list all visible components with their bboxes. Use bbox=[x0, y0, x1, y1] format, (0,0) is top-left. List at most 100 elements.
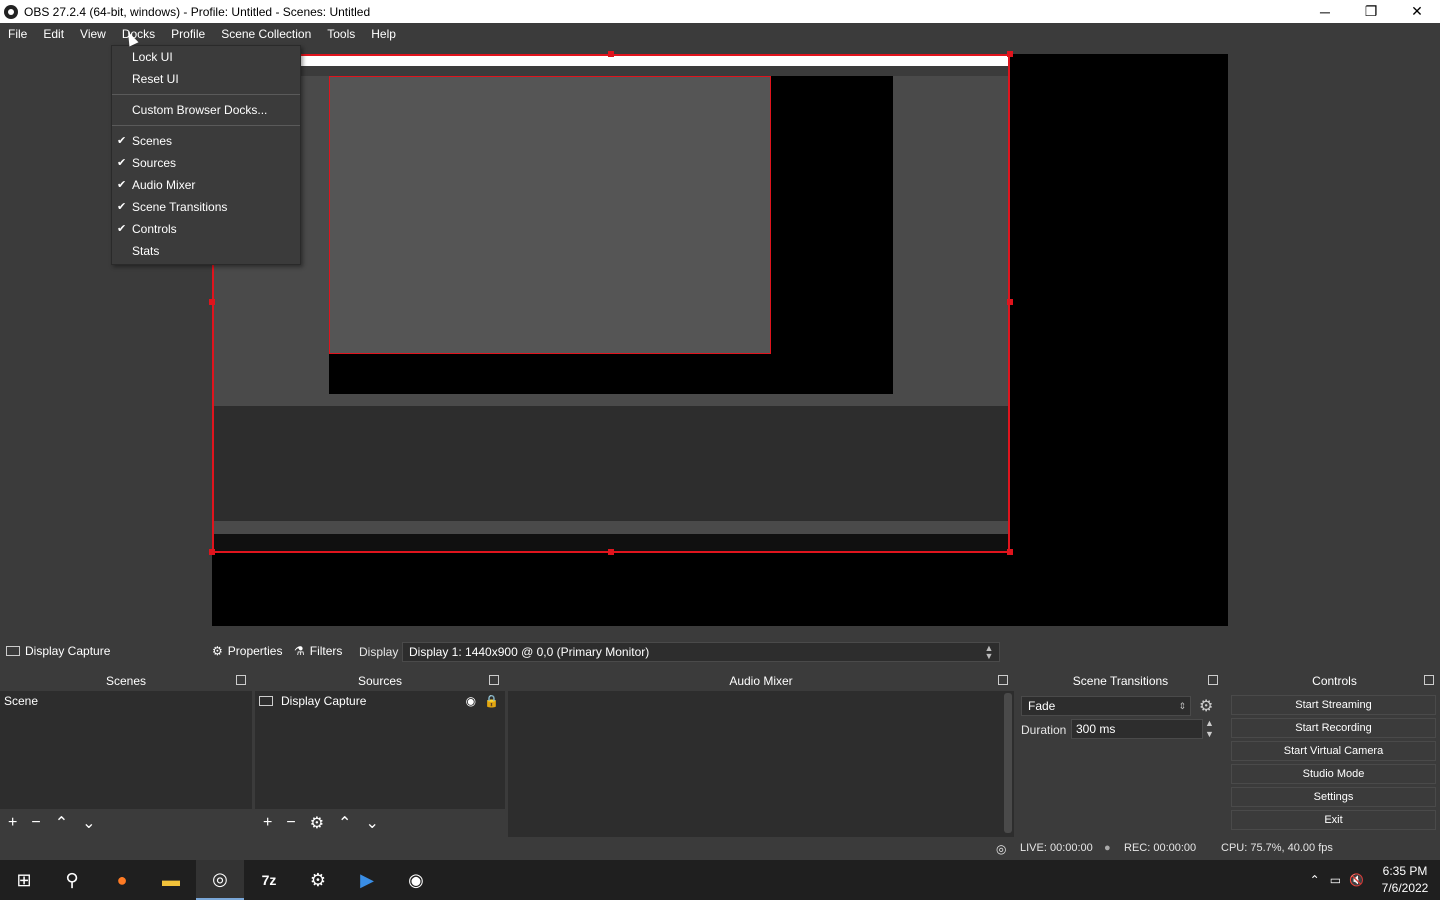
windows-start-icon[interactable]: ⊞ bbox=[0, 860, 48, 900]
source-toolbar: Display Capture ⚙ Properties ⚗ Filters D… bbox=[0, 640, 1440, 664]
reset-ui-item[interactable]: Reset UI bbox=[112, 68, 300, 90]
add-icon[interactable]: + bbox=[8, 814, 17, 832]
float-dock-icon[interactable] bbox=[489, 675, 499, 685]
sources-list[interactable]: Display Capture ◉ 🔒 bbox=[255, 691, 505, 809]
display-label: Display bbox=[359, 645, 399, 659]
scenes-list[interactable]: Scene bbox=[0, 691, 252, 809]
menu-edit[interactable]: Edit bbox=[35, 23, 72, 45]
menu-file[interactable]: File bbox=[0, 23, 35, 45]
scenes-dock: Scenes Scene + − ⌃ ⌄ bbox=[0, 671, 252, 837]
dock-toggle-scenes[interactable]: ✔ Scenes bbox=[112, 130, 300, 152]
start-streaming-button[interactable]: Start Streaming bbox=[1231, 695, 1436, 715]
close-button[interactable]: ✕ bbox=[1394, 0, 1440, 23]
transition-select[interactable]: Fade ⇕ bbox=[1021, 696, 1191, 716]
spin-updown-icon[interactable]: ▲ ▼ bbox=[1205, 718, 1214, 740]
file-explorer-icon[interactable]: ▬ bbox=[147, 860, 195, 900]
clock[interactable]: 6:35 PM 7/6/2022 bbox=[1370, 863, 1440, 897]
display-select-value: Display 1: 1440x900 @ 0,0 (Primary Monit… bbox=[409, 645, 650, 659]
menu-help[interactable]: Help bbox=[363, 23, 404, 45]
scenes-dock-header: Scenes bbox=[0, 671, 252, 691]
move-down-icon[interactable]: ⌄ bbox=[82, 813, 95, 833]
sources-dock-title: Sources bbox=[357, 674, 403, 688]
filters-button[interactable]: ⚗ Filters bbox=[294, 644, 342, 658]
dock-toggle-label: Audio Mixer bbox=[132, 178, 196, 192]
dock-toggle-stats[interactable]: Stats bbox=[112, 240, 300, 262]
display-select[interactable]: Display 1: 1440x900 @ 0,0 (Primary Monit… bbox=[402, 642, 1000, 662]
firefox-icon[interactable]: ● bbox=[98, 860, 146, 900]
remove-icon[interactable]: − bbox=[31, 814, 40, 832]
start-virtual-camera-button[interactable]: Start Virtual Camera bbox=[1231, 741, 1436, 761]
lock-icon[interactable]: 🔒 bbox=[484, 691, 499, 711]
menu-tools[interactable]: Tools bbox=[319, 23, 363, 45]
start-recording-button[interactable]: Start Recording bbox=[1231, 718, 1436, 738]
nested-docks bbox=[214, 406, 1008, 521]
search-icon[interactable]: ⚲ bbox=[48, 860, 96, 900]
move-up-icon[interactable]: ⌃ bbox=[338, 813, 351, 833]
add-icon[interactable]: + bbox=[263, 814, 272, 832]
resize-handle[interactable] bbox=[608, 549, 614, 555]
menu-view[interactable]: View bbox=[72, 23, 114, 45]
dock-toggle-label: Scene Transitions bbox=[132, 200, 228, 214]
dock-toggle-audio-mixer[interactable]: ✔ Audio Mixer bbox=[112, 174, 300, 196]
menu-separator bbox=[112, 125, 300, 126]
powershell-icon[interactable]: ▶ bbox=[343, 860, 391, 900]
resize-handle[interactable] bbox=[209, 299, 215, 305]
windows-taskbar: ⊞ ⚲ ● ▬ ◎ 7z ⚙ ▶ ◉ ⌃ ▭ 🔇 6:35 PM 7/6/202… bbox=[0, 860, 1440, 900]
eye-icon[interactable]: ◉ bbox=[466, 691, 476, 711]
checkmark-icon: ✔ bbox=[117, 179, 127, 191]
audio-mixer-header: Audio Mixer bbox=[508, 671, 1014, 691]
restore-button[interactable]: ❐ bbox=[1348, 0, 1394, 23]
dock-toggle-label: Scenes bbox=[132, 134, 173, 148]
float-dock-icon[interactable] bbox=[1208, 675, 1218, 685]
resize-handle[interactable] bbox=[1007, 549, 1013, 555]
custom-browser-docks-item[interactable]: Custom Browser Docks... bbox=[112, 99, 300, 121]
lock-ui-item[interactable]: Lock UI bbox=[112, 46, 300, 68]
menu-scene-collection[interactable]: Scene Collection bbox=[213, 23, 319, 45]
mixer-scrollbar[interactable] bbox=[1004, 693, 1012, 833]
selected-source-label: Display Capture bbox=[25, 644, 111, 658]
resize-handle[interactable] bbox=[608, 51, 614, 57]
float-dock-icon[interactable] bbox=[1424, 675, 1434, 685]
nested-title-bar bbox=[214, 56, 1008, 66]
gear-icon[interactable]: ⚙ bbox=[310, 813, 324, 833]
7zip-icon[interactable]: 7z bbox=[245, 860, 293, 900]
minimize-button[interactable]: ─ bbox=[1302, 0, 1348, 23]
window-title: OBS 27.2.4 (64-bit, windows) - Profile: … bbox=[24, 4, 371, 19]
display-capture-preview[interactable] bbox=[212, 54, 1010, 553]
clock-time: 6:35 PM bbox=[1382, 864, 1428, 878]
transition-settings-gear-icon[interactable]: ⚙ bbox=[1199, 696, 1213, 716]
broadcast-icon: ◎ bbox=[996, 842, 1007, 856]
controls-title: Controls bbox=[1312, 674, 1357, 688]
checkmark-icon: ✔ bbox=[117, 135, 127, 147]
dock-toggle-controls[interactable]: ✔ Controls bbox=[112, 218, 300, 240]
chevron-updown-icon: ▲ ▼ bbox=[984, 643, 994, 661]
float-dock-icon[interactable] bbox=[998, 675, 1008, 685]
properties-button[interactable]: ⚙ Properties bbox=[212, 644, 282, 658]
network-icon[interactable]: ▭ bbox=[1330, 873, 1341, 887]
settings-gear-icon[interactable]: ⚙ bbox=[294, 860, 342, 900]
source-item[interactable]: Display Capture ◉ 🔒 bbox=[255, 691, 505, 711]
float-dock-icon[interactable] bbox=[236, 675, 246, 685]
dock-toggle-sources[interactable]: ✔ Sources bbox=[112, 152, 300, 174]
duration-label: Duration bbox=[1021, 723, 1067, 737]
chevron-up-icon[interactable]: ⌃ bbox=[1310, 873, 1320, 887]
remove-icon[interactable]: − bbox=[286, 814, 295, 832]
menu-profile[interactable]: Profile bbox=[163, 23, 213, 45]
resize-handle[interactable] bbox=[1007, 299, 1013, 305]
resize-handle[interactable] bbox=[209, 549, 215, 555]
obs-taskbar-icon[interactable]: ◎ bbox=[196, 860, 244, 900]
dock-toggle-scene-transitions[interactable]: ✔ Scene Transitions bbox=[112, 196, 300, 218]
move-up-icon[interactable]: ⌃ bbox=[55, 813, 68, 833]
resize-handle[interactable] bbox=[1007, 51, 1013, 57]
settings-button[interactable]: Settings bbox=[1231, 787, 1436, 807]
move-down-icon[interactable]: ⌄ bbox=[365, 813, 378, 833]
studio-mode-button[interactable]: Studio Mode bbox=[1231, 764, 1436, 784]
xbox-icon[interactable]: ◉ bbox=[392, 860, 440, 900]
controls-header: Controls bbox=[1229, 671, 1440, 691]
docks-menu: Lock UI Reset UI Custom Browser Docks...… bbox=[111, 45, 301, 265]
exit-button[interactable]: Exit bbox=[1231, 810, 1436, 830]
duration-spinbox[interactable]: 300 ms bbox=[1071, 719, 1203, 739]
live-status: LIVE: 00:00:00 bbox=[1020, 842, 1093, 854]
volume-muted-icon[interactable]: 🔇 bbox=[1349, 873, 1364, 887]
scene-item[interactable]: Scene bbox=[0, 691, 252, 711]
